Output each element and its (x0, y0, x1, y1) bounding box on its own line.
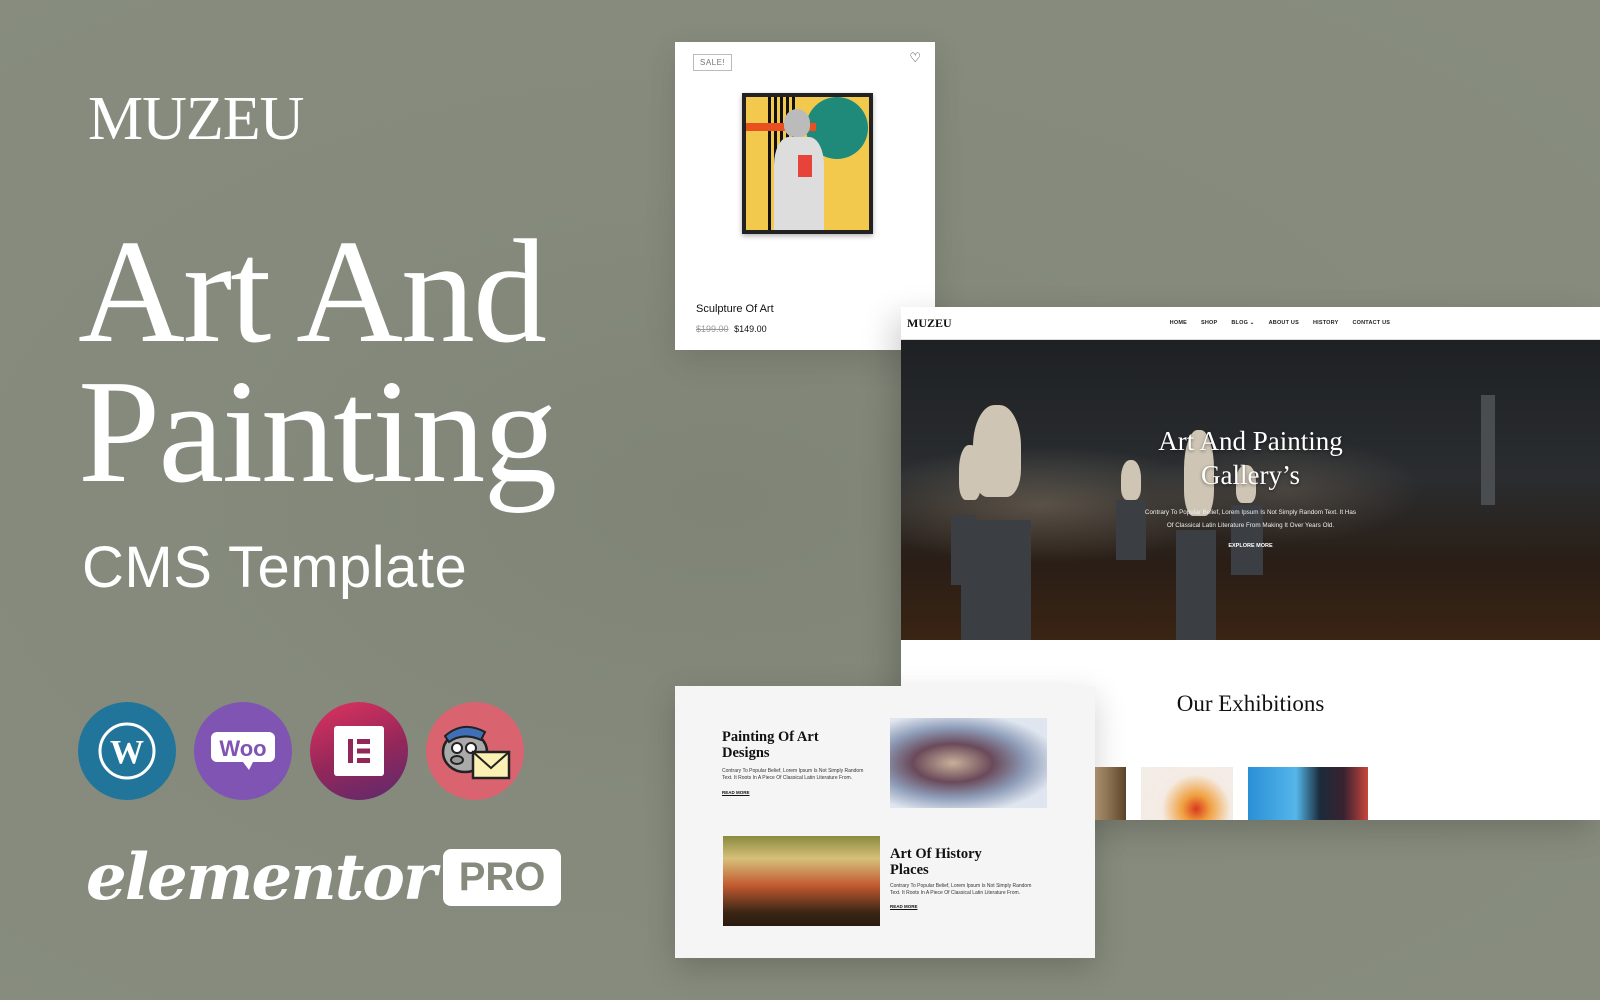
elementor-pro-logo: elementor PRO (86, 840, 562, 915)
feature-title-1-line-1: Painting Of Art (722, 729, 819, 745)
hero-text-line-2: Of Classical Latin Literature From Makin… (1166, 522, 1335, 529)
hero-description: Contrary To Popular Belief, Lorem Ipsum … (901, 506, 1600, 532)
product-image[interactable] (742, 93, 873, 234)
nav-blog[interactable]: BLOG ⌄ (1231, 320, 1254, 326)
exhibitions-gallery (993, 767, 1368, 820)
product-title[interactable]: Sculpture Of Art (696, 303, 774, 315)
mailchimp-icon (426, 702, 524, 800)
nav-shop[interactable]: SHOP (1201, 320, 1217, 326)
elementor-icon (310, 702, 408, 800)
feature-card: Painting Of Art Designs Contrary To Popu… (675, 686, 1095, 958)
pro-badge: PRO (442, 849, 562, 906)
elementor-wordmark: elementor (86, 840, 437, 915)
product-card[interactable]: SALE! ♡ Sculpture Of Art $199.00 $149.00 (675, 42, 935, 350)
nav-home[interactable]: HOME (1170, 320, 1187, 326)
exhibition-image[interactable] (1141, 767, 1233, 820)
subheadline: CMS Template (82, 535, 468, 600)
nav-contact-us[interactable]: CONTACT US (1352, 320, 1390, 326)
explore-more-button[interactable]: EXPLORE MORE (901, 543, 1600, 549)
sale-badge: SALE! (693, 54, 733, 71)
feature-image-2[interactable] (723, 836, 880, 926)
site-navbar: MUZEU HOME SHOP BLOG ⌄ ABOUT US HISTORY … (901, 307, 1600, 340)
price-old: $199.00 (696, 324, 729, 334)
exhibition-image[interactable] (1248, 767, 1368, 820)
woo-text: Woo (219, 736, 266, 761)
nav-about-us[interactable]: ABOUT US (1269, 320, 1299, 326)
hero-title: Art And Painting Gallery’s (901, 424, 1600, 492)
feature-title-1: Painting Of Art Designs (722, 729, 819, 761)
feature-title-2-line-1: Art Of History (890, 846, 982, 862)
brand-logo: MUZEU (88, 85, 304, 153)
read-more-link-2[interactable]: READ MORE (890, 904, 918, 909)
feature-title-1-line-2: Designs (722, 745, 770, 761)
woocommerce-icon: Woo (194, 702, 292, 800)
site-menu: HOME SHOP BLOG ⌄ ABOUT US HISTORY CONTAC… (1170, 320, 1390, 326)
headline-line-2: Painting (78, 350, 557, 514)
read-more-link-1[interactable]: READ MORE (722, 790, 750, 795)
wordpress-icon: W (78, 702, 176, 800)
feature-image-1[interactable] (890, 718, 1047, 808)
feature-title-2: Art Of History Places (890, 846, 982, 878)
hero-title-line-1: Art And Painting (1158, 426, 1343, 456)
nav-history[interactable]: HISTORY (1313, 320, 1339, 326)
hero-title-line-2: Gallery’s (1201, 460, 1300, 490)
plugin-icons: W Woo (78, 702, 524, 800)
site-logo[interactable]: MUZEU (907, 316, 952, 331)
heart-icon[interactable]: ♡ (909, 50, 921, 66)
product-price: $199.00 $149.00 (696, 324, 767, 334)
svg-text:W: W (110, 734, 144, 771)
feature-title-2-line-2: Places (890, 862, 929, 878)
headline: Art And Painting (78, 210, 557, 514)
hero-text-line-1: Contrary To Popular Belief, Lorem Ipsum … (1144, 509, 1357, 516)
hero-banner: Art And Painting Gallery’s Contrary To P… (901, 340, 1600, 640)
headline-line-1: Art And (78, 210, 547, 374)
price-new: $149.00 (734, 324, 767, 334)
feature-text-2: Contrary To Popular Belief, Lorem Ipsum … (890, 883, 1032, 896)
feature-text-1: Contrary To Popular Belief, Lorem Ipsum … (722, 768, 864, 781)
